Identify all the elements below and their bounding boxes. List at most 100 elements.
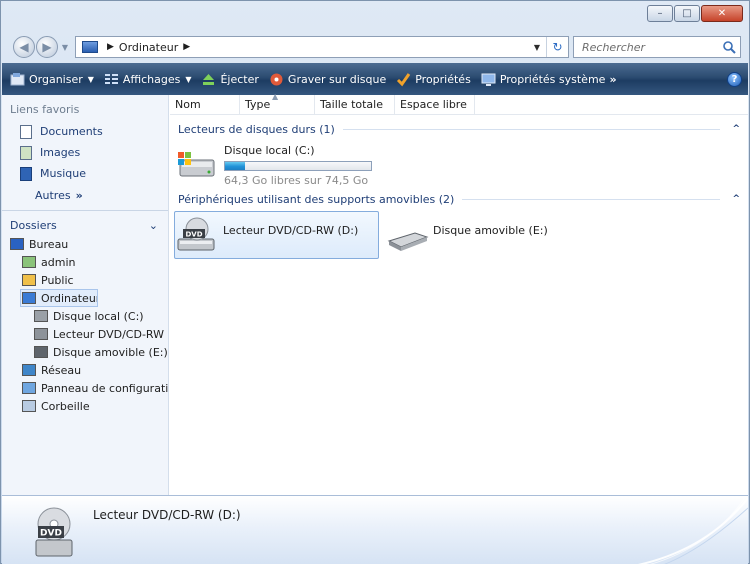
tree-item-label: Ordinateur: [41, 291, 98, 305]
group-header-hard-disks[interactable]: Lecteurs de disques durs (1) ^: [170, 120, 748, 138]
column-header-total-size[interactable]: Taille totale: [315, 94, 395, 115]
maximize-button[interactable]: □: [674, 5, 700, 22]
tree-item[interactable]: admin: [2, 253, 168, 271]
recycle-bin-icon: [22, 400, 36, 412]
forward-button[interactable]: ▶: [36, 36, 58, 58]
tree-item[interactable]: Bureau: [2, 235, 168, 253]
tree-item[interactable]: Public: [2, 271, 168, 289]
address-history-dropdown[interactable]: ▼: [528, 43, 546, 52]
tree-item[interactable]: Disque local (C:): [2, 307, 168, 325]
back-button[interactable]: ◀: [13, 36, 35, 58]
column-header-type[interactable]: Type ▲: [240, 91, 315, 115]
tree-item[interactable]: Disque amovible (E:): [2, 343, 168, 361]
drive-name: Lecteur DVD/CD-RW (D:): [223, 223, 359, 237]
svg-text:DVD: DVD: [185, 231, 202, 239]
tree-item[interactable]: Ordinateur: [20, 289, 98, 307]
burn-disc-button[interactable]: Graver sur disque: [269, 72, 386, 87]
dvd-drive-icon: DVD: [35, 507, 73, 557]
content-pane: Nom Type ▲ Taille totale Espace libre Lec…: [170, 91, 748, 495]
more-commands-icon[interactable]: »: [609, 73, 616, 86]
folders-header[interactable]: Dossiers ⌄: [2, 215, 168, 235]
favorite-music[interactable]: Musique: [2, 163, 168, 184]
drive-tile-dvd[interactable]: DVD Lecteur DVD/CD-RW (D:): [174, 211, 379, 259]
local-disk-icon: [34, 310, 48, 322]
folders-title: Dossiers: [10, 218, 57, 232]
tree-item-label: Bureau: [29, 237, 69, 251]
favorite-documents[interactable]: Documents: [2, 121, 168, 142]
more-favorites-link[interactable]: Autres »: [2, 184, 168, 206]
chevron-down-icon: ▼: [87, 74, 94, 84]
sort-ascending-icon: ▲: [272, 91, 279, 101]
local-disk-icon: [178, 152, 215, 177]
views-button[interactable]: Affichages ▼: [104, 72, 192, 87]
drive-name: Disque amovible (E:): [433, 223, 548, 237]
divider: [2, 210, 168, 211]
documents-icon: [20, 124, 32, 139]
back-arrow-icon: ◀: [19, 40, 29, 54]
folder-tree: Bureau admin Public Ordinateur Disque local …: [2, 235, 168, 415]
help-icon[interactable]: ?: [727, 71, 742, 87]
favorite-images[interactable]: Images: [2, 142, 168, 163]
recent-pages-dropdown[interactable]: ▼: [59, 43, 71, 52]
burn-disc-label: Graver sur disque: [287, 72, 387, 86]
tree-item[interactable]: Panneau de configuration: [2, 379, 168, 397]
details-pane: DVD Lecteur DVD/CD-RW (D:): [2, 495, 748, 564]
breadcrumb-separator-icon[interactable]: ▶: [107, 42, 114, 52]
search-icon[interactable]: [722, 40, 736, 54]
images-icon: [20, 145, 32, 160]
user-folder-icon: [22, 256, 36, 268]
column-header-free-space[interactable]: Espace libre: [395, 94, 475, 115]
address-row: ◀ ▶ ▼ ▶ Ordinateur ▶ ▼ ↻ Rechercher: [13, 35, 741, 59]
system-properties-button[interactable]: Propriétés système »: [481, 72, 617, 87]
column-header-name[interactable]: Nom: [170, 94, 240, 115]
computer-icon: [22, 292, 36, 304]
folder-icon: [22, 274, 36, 286]
close-button[interactable]: ✕: [701, 5, 743, 22]
disk-usage-bar: [224, 161, 372, 171]
group-title: Lecteurs de disques durs (1): [178, 122, 335, 136]
details-item-name: Lecteur DVD/CD-RW (D:): [93, 508, 241, 522]
tree-item-label: admin: [41, 255, 76, 269]
tree-item-label: Disque amovible (E:): [53, 345, 168, 359]
chevron-down-icon: ⌄: [148, 218, 158, 232]
drive-free-space: 64,3 Go libres sur 74,5 Go: [224, 174, 369, 187]
tree-item[interactable]: Corbeille: [2, 397, 168, 415]
group-divider: [462, 198, 721, 200]
views-label: Affichages: [122, 72, 181, 86]
system-properties-icon: [481, 73, 496, 86]
tree-item-label: Réseau: [41, 363, 82, 377]
drive-tile-local-disk[interactable]: Disque local (C:) 64,3 Go libres sur 74,…: [170, 138, 748, 188]
explorer-window: – □ ✕ ◀ ▶ ▼ ▶ Ordinateur ▶ ▼ ↻ Recherche…: [0, 0, 750, 564]
breadcrumb-separator-icon[interactable]: ▶: [183, 42, 190, 52]
caption-buttons: – □ ✕: [646, 5, 743, 22]
refresh-icon[interactable]: ↻: [546, 37, 568, 57]
search-input[interactable]: Rechercher: [582, 41, 722, 54]
tree-item-label: Public: [41, 273, 74, 287]
drive-tile-removable[interactable]: Disque amovible (E:): [385, 211, 548, 259]
disk-usage-fill: [225, 162, 246, 170]
collapse-icon[interactable]: ^: [732, 124, 740, 134]
chevron-down-icon: ▼: [185, 74, 192, 84]
address-bar[interactable]: ▶ Ordinateur ▶ ▼ ↻: [75, 36, 569, 58]
tree-item[interactable]: Réseau: [2, 361, 168, 379]
favorite-label: Documents: [40, 125, 103, 138]
search-box[interactable]: Rechercher: [573, 36, 741, 58]
collapse-icon[interactable]: ^: [732, 194, 740, 204]
more-label: Autres: [35, 188, 71, 202]
system-properties-label: Propriétés système: [499, 72, 606, 86]
properties-button[interactable]: Propriétés: [396, 72, 471, 87]
views-icon: [104, 73, 118, 84]
removable-disk-icon: [34, 346, 48, 358]
drive-info: Disque local (C:) 64,3 Go libres sur 74,…: [224, 142, 372, 187]
tree-item-label: Panneau de configuration: [41, 381, 168, 395]
properties-label: Propriétés: [415, 72, 471, 86]
column-headers: Nom Type ▲ Taille totale Espace libre: [170, 91, 748, 115]
organize-button[interactable]: Organiser ▼: [10, 72, 94, 87]
minimize-button[interactable]: –: [647, 5, 673, 22]
eject-button[interactable]: Éjecter: [201, 72, 259, 87]
group-header-removable[interactable]: Périphériques utilisant des supports amo…: [170, 190, 748, 208]
tree-item[interactable]: Lecteur DVD/CD-RW (D:): [2, 325, 168, 343]
tree-item-label: Disque local (C:): [53, 309, 144, 323]
drive-name: Disque local (C:): [224, 144, 315, 157]
breadcrumb-ordinateur[interactable]: Ordinateur: [119, 41, 178, 54]
